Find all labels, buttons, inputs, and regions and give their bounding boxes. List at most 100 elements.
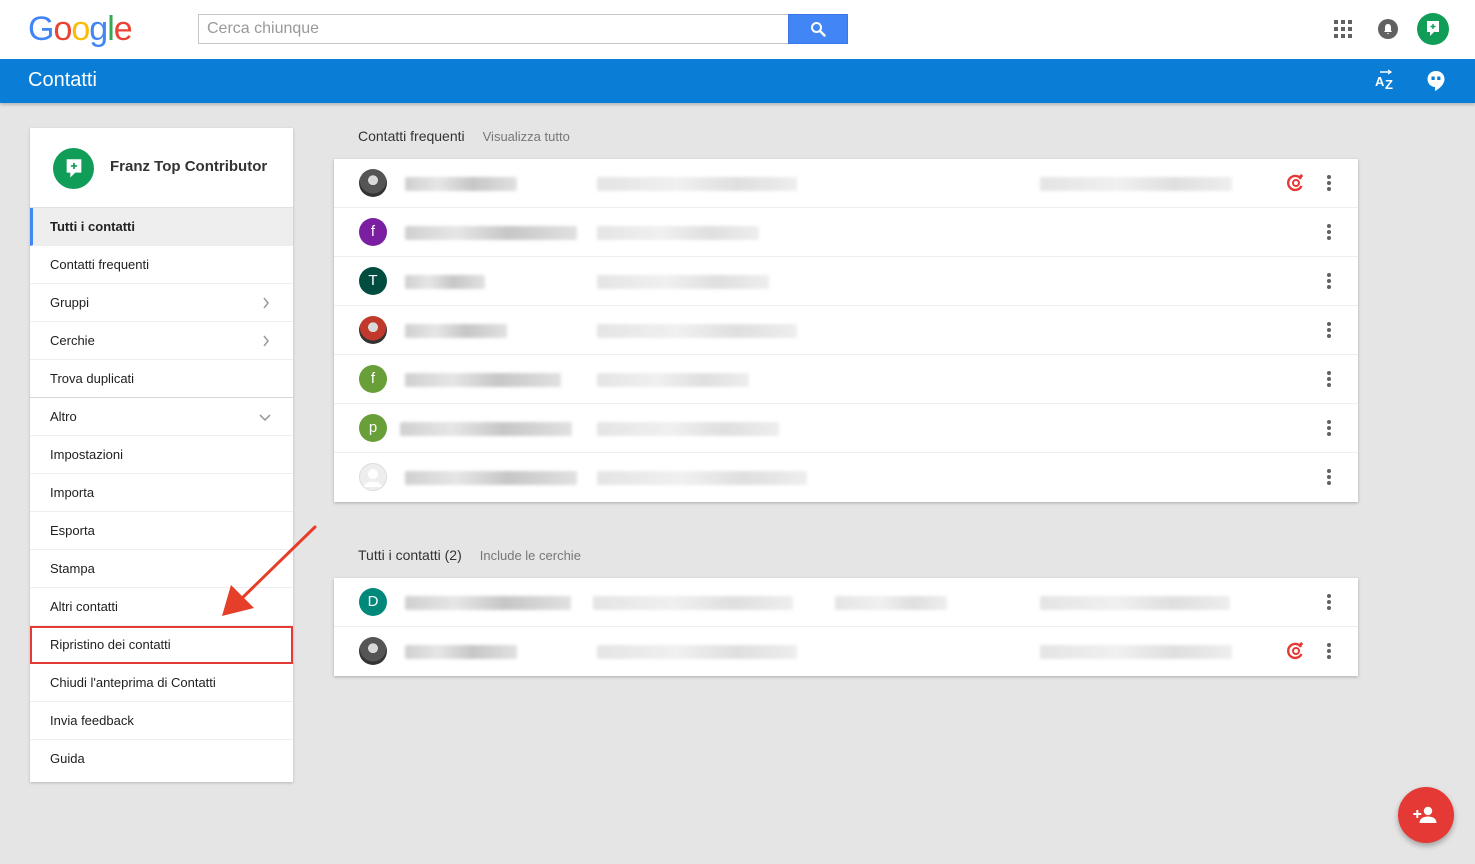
sidebar-item-label: Tutti i contatti bbox=[50, 219, 135, 234]
sidebar-item-send-feedback[interactable]: Invia feedback bbox=[30, 702, 293, 740]
hangouts-icon bbox=[1427, 21, 1439, 36]
sidebar-item-label: Cerchie bbox=[50, 333, 95, 348]
more-options-icon[interactable] bbox=[1327, 224, 1331, 240]
sidebar-item-groups[interactable]: Gruppi bbox=[30, 284, 293, 322]
sidebar-item-label: Esporta bbox=[50, 523, 95, 538]
redacted-text bbox=[405, 324, 507, 338]
svg-text:A: A bbox=[1375, 74, 1385, 89]
more-options-icon[interactable] bbox=[1327, 371, 1331, 387]
sidebar-item-circles[interactable]: Cerchie bbox=[30, 322, 293, 360]
redacted-text bbox=[405, 226, 577, 240]
sidebar: Franz Top Contributor Tutti i contatti C… bbox=[30, 128, 293, 782]
sidebar-item-restore-contacts[interactable]: Ripristino dei contatti bbox=[30, 626, 293, 664]
add-contact-button[interactable] bbox=[1398, 787, 1454, 843]
google-logo[interactable]: Google bbox=[28, 10, 133, 48]
sidebar-item-label: Stampa bbox=[50, 561, 95, 576]
sidebar-item-label: Contatti frequenti bbox=[50, 257, 150, 272]
more-options-icon[interactable] bbox=[1327, 420, 1331, 436]
sidebar-item-label: Impostazioni bbox=[50, 447, 123, 462]
google-plus-circle-icon[interactable] bbox=[1285, 173, 1305, 193]
sidebar-item-all-contacts[interactable]: Tutti i contatti bbox=[30, 208, 293, 246]
redacted-text bbox=[400, 422, 572, 436]
frequent-section-header: Contatti frequenti Visualizza tutto bbox=[358, 128, 570, 144]
sidebar-item-label: Ripristino dei contatti bbox=[50, 637, 171, 652]
contact-avatar[interactable] bbox=[359, 316, 387, 344]
more-options-icon[interactable] bbox=[1327, 469, 1331, 485]
contact-avatar[interactable] bbox=[359, 169, 387, 197]
contact-row[interactable]: f bbox=[334, 208, 1358, 257]
logo-letter: o bbox=[71, 10, 90, 48]
redacted-text bbox=[405, 471, 577, 485]
contact-avatar[interactable]: T bbox=[359, 267, 387, 295]
sidebar-item-more[interactable]: Altro bbox=[30, 398, 293, 436]
sidebar-item-find-duplicates[interactable]: Trova duplicati bbox=[30, 360, 293, 398]
redacted-text bbox=[597, 177, 797, 191]
redacted-text bbox=[597, 373, 749, 387]
more-options-icon[interactable] bbox=[1327, 322, 1331, 338]
all-section-header: Tutti i contatti (2) Include le cerchie bbox=[358, 547, 581, 563]
redacted-text bbox=[405, 645, 517, 659]
contact-avatar[interactable] bbox=[359, 637, 387, 665]
search-box[interactable] bbox=[198, 14, 789, 44]
top-bar: Google bbox=[0, 0, 1475, 59]
contact-row[interactable]: D bbox=[334, 578, 1358, 627]
redacted-text bbox=[1040, 177, 1232, 191]
svg-text:Z: Z bbox=[1385, 77, 1393, 92]
all-contacts-list: D bbox=[334, 578, 1358, 676]
sidebar-item-frequent[interactable]: Contatti frequenti bbox=[30, 246, 293, 284]
more-options-icon[interactable] bbox=[1327, 273, 1331, 289]
contact-avatar[interactable] bbox=[359, 463, 387, 491]
app-title: Contatti bbox=[28, 69, 97, 91]
redacted-text bbox=[405, 275, 485, 289]
sidebar-item-label: Importa bbox=[50, 485, 95, 500]
contact-row[interactable] bbox=[334, 306, 1358, 355]
hangouts-icon bbox=[66, 158, 81, 178]
search-input[interactable] bbox=[199, 15, 788, 43]
sidebar-item-settings[interactable]: Impostazioni bbox=[30, 436, 293, 474]
contact-row[interactable]: T bbox=[334, 257, 1358, 306]
contact-row[interactable]: f bbox=[334, 355, 1358, 404]
include-circles-link[interactable]: Include le cerchie bbox=[480, 548, 581, 563]
sort-az-icon[interactable]: A Z bbox=[1374, 69, 1398, 93]
contact-avatar[interactable]: p bbox=[359, 414, 387, 442]
redacted-text bbox=[405, 596, 571, 610]
section-title: Contatti frequenti bbox=[358, 128, 465, 144]
sidebar-item-label: Trova duplicati bbox=[50, 371, 135, 386]
profile-name: Franz Top Contributor bbox=[110, 158, 268, 175]
redacted-text bbox=[597, 471, 807, 485]
contact-row[interactable] bbox=[334, 627, 1358, 676]
contact-avatar[interactable]: f bbox=[359, 365, 387, 393]
hangouts-chat-icon[interactable] bbox=[1426, 70, 1446, 92]
sidebar-item-import[interactable]: Importa bbox=[30, 474, 293, 512]
redacted-text bbox=[593, 596, 793, 610]
redacted-text bbox=[405, 373, 561, 387]
redacted-text bbox=[597, 422, 779, 436]
add-person-icon bbox=[1413, 806, 1437, 823]
redacted-text bbox=[597, 275, 769, 289]
logo-letter: e bbox=[113, 10, 133, 48]
contact-row[interactable] bbox=[334, 453, 1358, 502]
sidebar-item-help[interactable]: Guida bbox=[30, 740, 293, 778]
redacted-text bbox=[597, 324, 797, 338]
more-options-icon[interactable] bbox=[1327, 594, 1331, 610]
contact-avatar[interactable]: D bbox=[359, 588, 387, 616]
sidebar-item-label: Invia feedback bbox=[50, 713, 134, 728]
sidebar-item-label: Gruppi bbox=[50, 295, 90, 310]
account-avatar[interactable] bbox=[1417, 13, 1449, 45]
profile-avatar[interactable] bbox=[53, 148, 94, 189]
apps-icon[interactable] bbox=[1334, 20, 1352, 38]
search-icon bbox=[811, 22, 826, 37]
more-options-icon[interactable] bbox=[1327, 643, 1331, 659]
sidebar-item-close-preview[interactable]: Chiudi l'anteprima di Contatti bbox=[30, 664, 293, 702]
logo-letter: G bbox=[28, 10, 54, 48]
section-title: Tutti i contatti (2) bbox=[358, 547, 462, 563]
view-all-link[interactable]: Visualizza tutto bbox=[483, 129, 570, 144]
contact-row[interactable]: p bbox=[334, 404, 1358, 453]
app-bar: Contatti A Z bbox=[0, 59, 1475, 103]
google-plus-circle-icon[interactable] bbox=[1285, 641, 1305, 661]
more-options-icon[interactable] bbox=[1327, 175, 1331, 191]
search-button[interactable] bbox=[788, 14, 848, 44]
contact-avatar[interactable]: f bbox=[359, 218, 387, 246]
contact-row[interactable] bbox=[334, 159, 1358, 208]
notifications-icon[interactable] bbox=[1378, 19, 1398, 39]
